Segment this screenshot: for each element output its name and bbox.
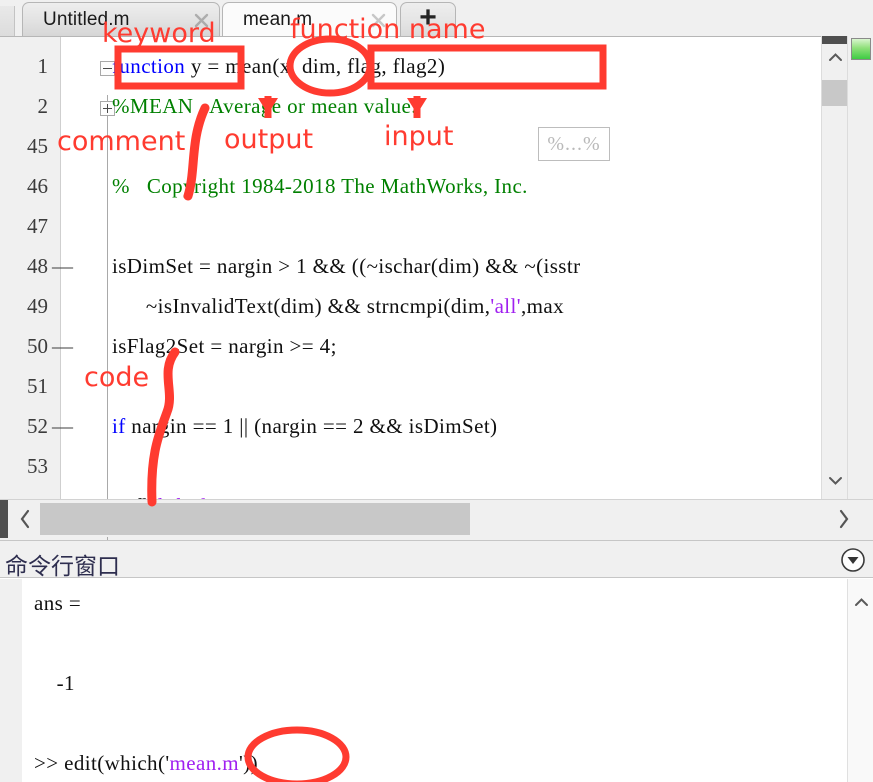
output-value: -1 [34, 671, 75, 695]
collapsed-comment-block[interactable]: %...% [538, 127, 610, 161]
scrollbar-left-cap [0, 500, 8, 538]
chevron-up-icon[interactable] [822, 44, 848, 70]
prompt-text: >> edit(which(' [34, 751, 170, 775]
keyword-if: if [112, 414, 126, 438]
command-window-header: 命令行窗口 [0, 540, 873, 580]
code-line-48: isDimSet = nargin > 1 && ((~ischar(dim) … [112, 254, 581, 278]
dropdown-circle-icon[interactable] [839, 546, 867, 574]
scrollbar-thumb[interactable] [822, 80, 848, 106]
executable-line-mark: — [52, 414, 73, 438]
string-literal-filename: mean.m [169, 751, 239, 775]
executable-line-mark: — [52, 254, 73, 278]
code-text: nargin == 1 || (nargin == 2 && isDimSet) [125, 414, 498, 438]
code-line-2: %MEAN Average or mean value. [112, 94, 417, 118]
editor-tab-bar: Untitled.m mean.m + [0, 0, 873, 36]
line-number: 51 [27, 374, 48, 398]
chevron-up-icon[interactable] [848, 589, 873, 615]
command-prompt-line: >> edit(which('mean.m')) [34, 751, 258, 776]
tab-bar-left-stub [0, 6, 15, 36]
plus-icon: + [419, 1, 437, 34]
command-window-title: 命令行窗口 [5, 554, 120, 580]
line-number: 53 [27, 454, 48, 478]
tab-label: Untitled.m [43, 8, 130, 30]
code-editor-area[interactable]: 1 2 45 46 47 48 49 50 51 52 53 54 — — — … [0, 36, 873, 540]
line-number: 46 [27, 174, 48, 198]
code-line-50: isFlag2Set = nargin >= 4; [112, 334, 337, 358]
keyword-function: function [112, 54, 186, 78]
code-analyzer-strip[interactable] [847, 36, 873, 499]
executable-line-mark: — [52, 334, 73, 358]
chevron-down-icon[interactable] [822, 467, 848, 493]
editor-vertical-scrollbar[interactable] [821, 36, 848, 499]
line-number: 2 [37, 94, 49, 118]
line-number: 50 [27, 334, 48, 358]
output-ans-label: ans = [34, 591, 82, 615]
function-fold-line [107, 95, 108, 540]
line-number: 52 [27, 414, 48, 438]
prompt-text: ')) [239, 751, 258, 775]
line-number: 47 [27, 214, 48, 238]
scrollbar-top-cap [822, 36, 848, 44]
new-tab-button[interactable]: + [400, 2, 456, 36]
command-window-gutter [0, 579, 22, 782]
code-line-46: % Copyright 1984-2018 The MathWorks, Inc… [112, 174, 528, 198]
close-x-icon[interactable] [370, 12, 387, 29]
code-line-49: ~isInvalidText(dim) && strncmpi(dim,'all… [112, 294, 564, 319]
chevron-right-icon[interactable] [829, 500, 859, 538]
tab-untitled-m[interactable]: Untitled.m [22, 2, 220, 36]
line-number: 45 [27, 134, 48, 158]
command-window: 命令行窗口 ans = -1 >> edit(which('mean.m')) [0, 540, 873, 782]
tab-mean-m[interactable]: mean.m [222, 2, 397, 36]
line-number: 1 [37, 54, 49, 78]
analyzer-ok-indicator[interactable] [851, 38, 871, 60]
string-literal: 'all' [490, 294, 521, 318]
chevron-left-icon[interactable] [10, 500, 40, 538]
code-text: y = mean(x, dim, flag, flag2) [185, 54, 446, 78]
editor-horizontal-scrollbar[interactable] [0, 499, 873, 538]
tab-label: mean.m [243, 8, 313, 30]
close-x-icon[interactable] [193, 12, 210, 29]
scrollbar-thumb[interactable] [40, 503, 470, 535]
command-window-scrollbar[interactable] [847, 579, 873, 782]
code-text: ,max [520, 294, 564, 318]
command-window-output[interactable]: ans = -1 >> edit(which('mean.m')) [0, 579, 873, 782]
code-text: ~isInvalidText(dim) && strncmpi(dim, [112, 294, 491, 318]
line-number: 49 [27, 294, 48, 318]
code-line-1: function y = mean(x, dim, flag, flag2) [112, 54, 445, 79]
line-number: 48 [27, 254, 48, 278]
code-line-52: if nargin == 1 || (nargin == 2 && isDimS… [112, 414, 497, 439]
editor-window: Untitled.m mean.m + 1 2 45 46 47 48 49 5… [0, 0, 873, 540]
